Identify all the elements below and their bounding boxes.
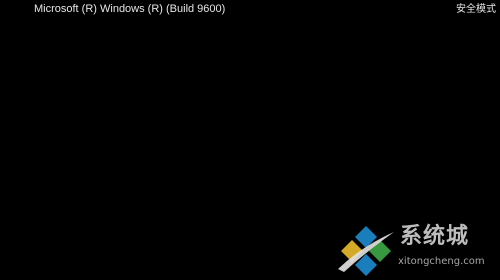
watermark-url: xitongcheng.com <box>398 256 485 267</box>
safe-mode-desktop: Microsoft (R) Windows (R) (Build 9600) 安… <box>0 0 500 280</box>
diamond-logo-icon <box>338 226 394 276</box>
site-watermark: 系统城 xitongcheng.com <box>336 218 498 278</box>
os-build-text: Microsoft (R) Windows (R) (Build 9600) <box>34 3 226 15</box>
watermark-title: 系统城 <box>400 224 470 249</box>
safe-mode-label: 安全模式 <box>456 4 496 15</box>
